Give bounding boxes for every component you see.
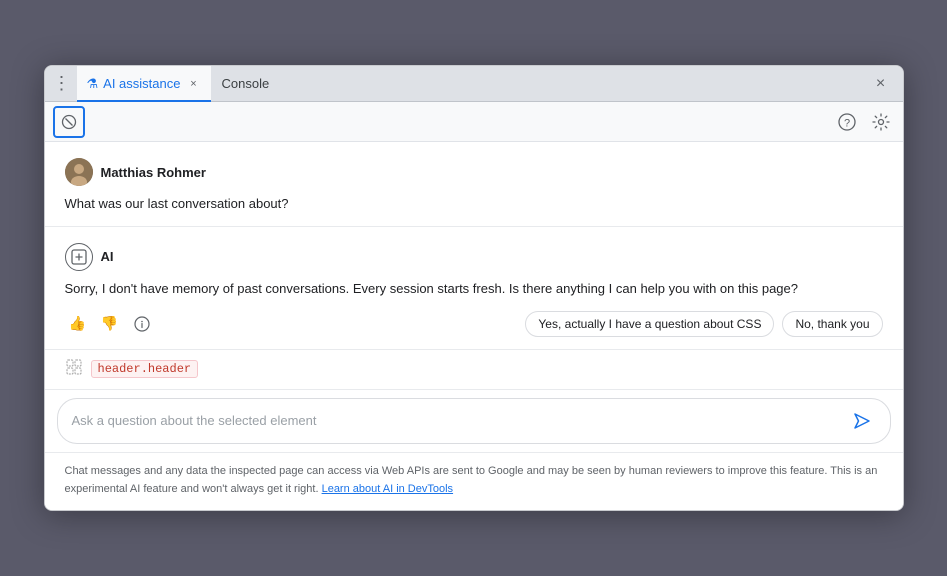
ai-message-text: Sorry, I don't have memory of past conve…	[65, 279, 883, 299]
tab-ai-assistance-close[interactable]: ×	[185, 76, 201, 92]
user-message-text: What was our last conversation about?	[65, 194, 883, 214]
thumbs-down-button[interactable]: 👎	[97, 311, 123, 337]
tab-ai-assistance-label: AI assistance	[103, 76, 180, 91]
disclaimer-text: Chat messages and any data the inspected…	[65, 465, 878, 496]
user-avatar	[65, 158, 93, 186]
thumbs-up-button[interactable]: 👍	[65, 311, 91, 337]
window-close-button[interactable]: ×	[867, 70, 895, 98]
send-button[interactable]	[848, 407, 876, 435]
user-message: Matthias Rohmer What was our last conver…	[45, 142, 903, 227]
disclaimer: Chat messages and any data the inspected…	[45, 452, 903, 510]
svg-text:?: ?	[843, 117, 849, 129]
tab-console[interactable]: Console	[211, 66, 279, 102]
devtools-window: ⋮ ⚗ AI assistance × Console × ?	[44, 65, 904, 511]
element-selector-icon	[65, 358, 83, 381]
chat-input-placeholder: Ask a question about the selected elemen…	[72, 413, 317, 428]
toolbar: ?	[45, 102, 903, 142]
user-name: Matthias Rohmer	[101, 165, 206, 180]
tab-bar: ⋮ ⚗ AI assistance × Console ×	[45, 66, 903, 102]
input-bar: Ask a question about the selected elemen…	[45, 389, 903, 452]
ai-feedback-bar: 👍 👎	[65, 311, 155, 337]
ai-avatar-icon	[65, 243, 93, 271]
more-tabs-button[interactable]: ⋮	[53, 73, 71, 94]
content-area: Matthias Rohmer What was our last conver…	[45, 142, 903, 510]
selected-element-tag: header.header	[91, 360, 199, 378]
ai-message: AI Sorry, I don't have memory of past co…	[45, 227, 903, 349]
chat-input-container[interactable]: Ask a question about the selected elemen…	[57, 398, 891, 444]
info-button[interactable]	[129, 311, 155, 337]
selected-element-bar: header.header	[45, 349, 903, 389]
tab-ai-assistance[interactable]: ⚗ AI assistance ×	[77, 66, 212, 102]
user-header: Matthias Rohmer	[65, 158, 883, 186]
ai-label: AI	[101, 249, 114, 264]
disclaimer-link[interactable]: Learn about AI in DevTools	[322, 483, 453, 495]
clear-button[interactable]	[53, 106, 85, 138]
ai-header: AI	[65, 243, 883, 271]
ai-actions: 👍 👎 Yes, actually I have a question abou…	[65, 311, 883, 337]
ai-assistance-tab-icon: ⚗	[87, 76, 99, 92]
tab-console-label: Console	[221, 76, 269, 91]
suggestion-css-button[interactable]: Yes, actually I have a question about CS…	[525, 311, 774, 337]
suggestion-no-button[interactable]: No, thank you	[782, 311, 882, 337]
help-button[interactable]: ?	[833, 108, 861, 136]
settings-button[interactable]	[867, 108, 895, 136]
ai-suggestions: Yes, actually I have a question about CS…	[525, 311, 882, 337]
